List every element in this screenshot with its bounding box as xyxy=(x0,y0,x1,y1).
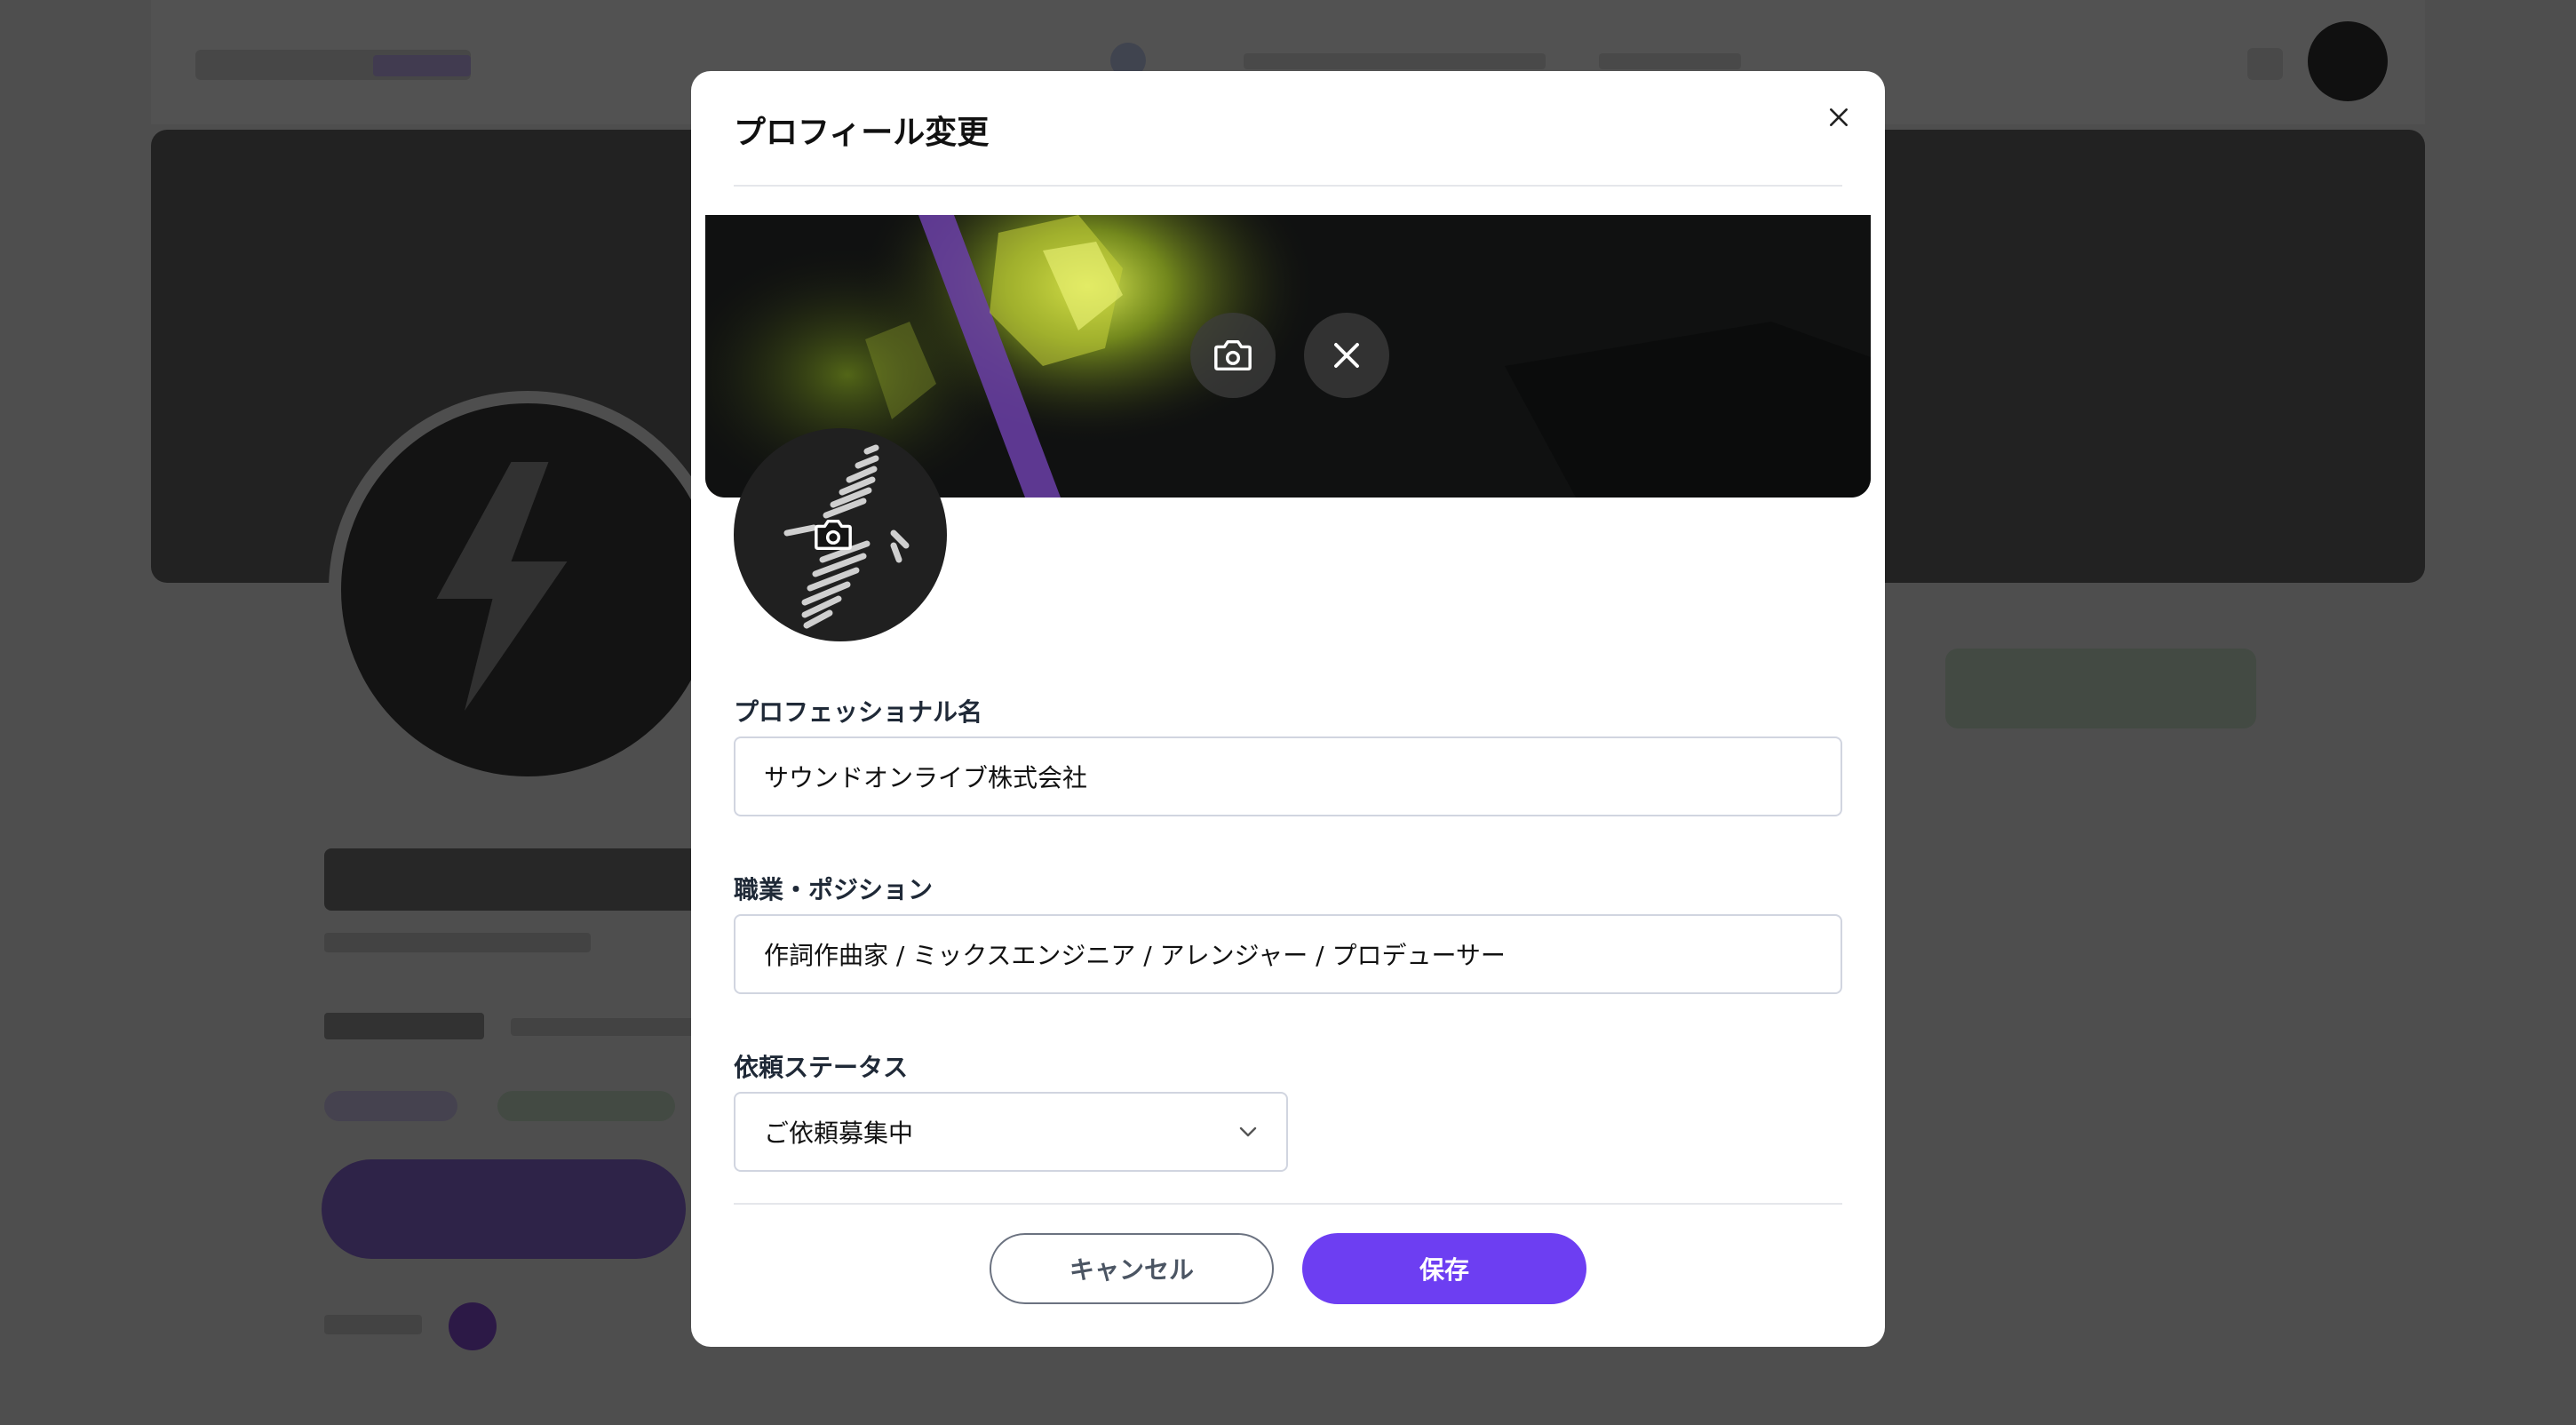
close-button[interactable] xyxy=(1817,96,1860,139)
position-input[interactable]: 作詞作曲家 / ミックスエンジニア / アレンジャー / プロデューサー xyxy=(734,914,1842,994)
footer-divider xyxy=(734,1203,1842,1205)
header-divider xyxy=(734,185,1842,187)
save-button[interactable]: 保存 xyxy=(1302,1233,1586,1304)
cancel-button[interactable]: キャンセル xyxy=(990,1233,1274,1304)
cover-upload-button[interactable] xyxy=(1190,313,1276,398)
name-label: プロフェッショナル名 xyxy=(734,697,983,727)
position-label: 職業・ポジション xyxy=(734,875,934,904)
modal-title: プロフィール変更 xyxy=(734,115,990,151)
cover-remove-button[interactable] xyxy=(1304,313,1389,398)
profile-edit-modal: プロフィール変更 プロフェッショナル名 サウンドオンライブ株式会社 職業・ポジシ… xyxy=(691,71,1885,1347)
camera-icon xyxy=(1214,339,1252,371)
camera-icon xyxy=(815,519,852,551)
close-icon xyxy=(1830,108,1848,126)
close-icon xyxy=(1334,343,1359,368)
avatar-upload-button[interactable] xyxy=(810,514,856,555)
chevron-down-icon xyxy=(1239,1126,1257,1137)
status-label: 依頼ステータス xyxy=(734,1053,909,1082)
status-select[interactable]: ご依頼募集中 xyxy=(734,1092,1288,1172)
status-selected-value: ご依頼募集中 xyxy=(764,1119,914,1148)
name-input[interactable]: サウンドオンライブ株式会社 xyxy=(734,736,1842,816)
